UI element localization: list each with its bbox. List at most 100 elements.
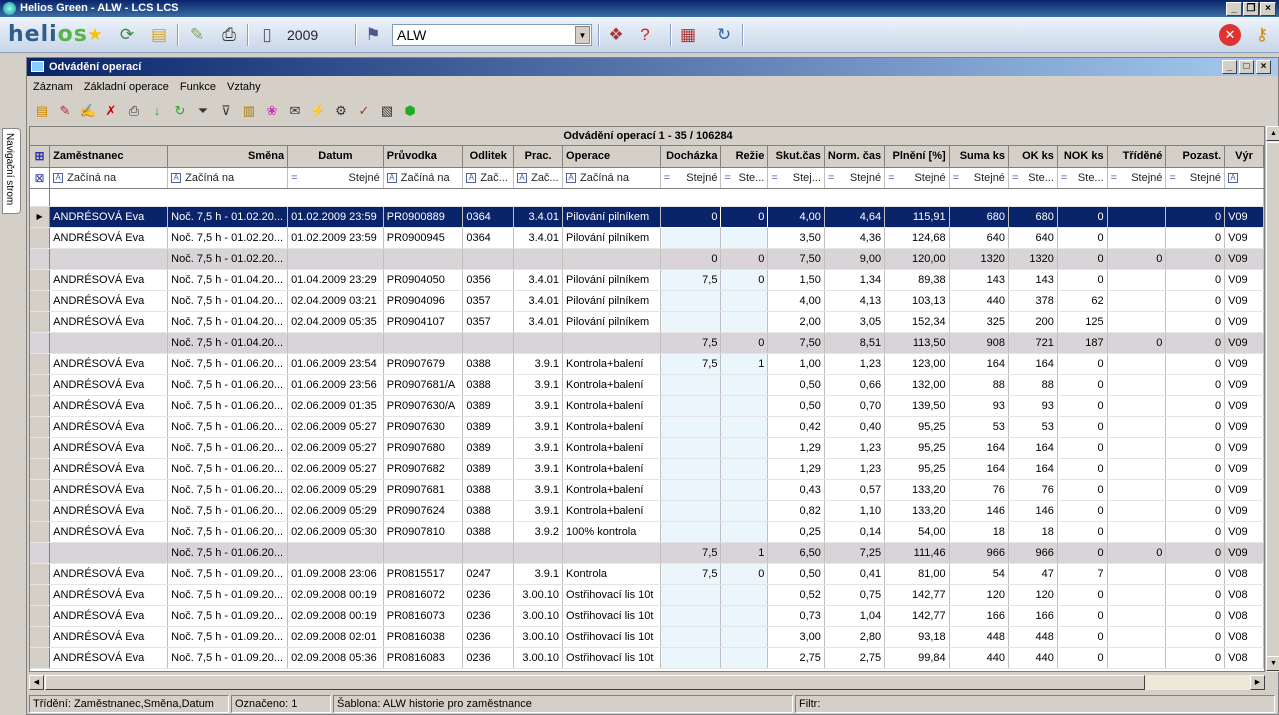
column-header[interactable]: Suma ks <box>949 146 1009 168</box>
table-row[interactable]: ANDRÉSOVÁ Eva Noč. 7,5 h - 01.09.20... 02.… <box>30 647 1264 669</box>
table-row[interactable]: ANDRÉSOVÁ Eva Noč. 7,5 h - 01.02.20... 01.… <box>30 227 1264 249</box>
menu-functions[interactable]: Funkce <box>180 81 216 93</box>
column-header[interactable]: Norm. čas <box>824 146 886 168</box>
document-icon[interactable]: ▧ <box>378 102 396 120</box>
row-header-corner[interactable]: ⊞ <box>30 146 51 168</box>
group-summary-row[interactable]: Noč. 7,5 h - 01.04.20... 7,5 0 7,50 8,51 113,… <box>30 332 1264 354</box>
column-filter[interactable]: A Zač... <box>462 167 515 189</box>
menu-basic-operations[interactable]: Základní operace <box>84 81 169 93</box>
filter-icon[interactable]: ⏷ <box>194 102 212 120</box>
window-minimize-button[interactable]: _ <box>1222 60 1237 74</box>
column-filter[interactable]: = Stejné <box>1165 167 1226 189</box>
table-row[interactable]: ANDRÉSOVÁ Eva Noč. 7,5 h - 01.04.20... 02.… <box>30 311 1264 333</box>
row-selector[interactable] <box>30 269 51 291</box>
reports-icon[interactable]: ▦ <box>677 24 699 46</box>
modules-icon[interactable]: ❖ <box>605 24 627 46</box>
help-icon[interactable]: ? <box>634 24 656 46</box>
table-row[interactable]: ANDRÉSOVÁ Eva Noč. 7,5 h - 01.06.20... 02.… <box>30 458 1264 480</box>
column-header[interactable]: Plnění [%] <box>884 146 950 168</box>
new-record-icon[interactable]: ▤ <box>33 102 51 120</box>
row-selector[interactable] <box>30 353 51 375</box>
hscroll-thumb[interactable] <box>45 675 1145 690</box>
table-row[interactable]: ANDRÉSOVÁ Eva Noč. 7,5 h - 01.06.20... 01.… <box>30 353 1264 375</box>
chevron-down-icon[interactable]: ▼ <box>575 26 590 44</box>
edit-all-icon[interactable]: ✍ <box>79 102 97 120</box>
calendar-page-icon[interactable]: ▯ <box>256 24 278 46</box>
column-header[interactable]: Tříděné <box>1107 146 1167 168</box>
settings-icon[interactable]: ⚙ <box>332 102 350 120</box>
column-filter[interactable]: A Začíná na <box>562 167 661 189</box>
column-header[interactable]: Odlitek <box>462 146 515 168</box>
close-button[interactable]: × <box>1260 2 1276 16</box>
column-filter[interactable]: A Začíná na <box>49 167 169 189</box>
column-filter[interactable]: = Ste... <box>1057 167 1108 189</box>
row-selector[interactable] <box>30 458 51 480</box>
row-selector[interactable] <box>30 290 51 312</box>
column-header[interactable]: Zaměstnanec <box>49 146 169 168</box>
row-selector[interactable] <box>30 563 51 585</box>
column-filter[interactable]: = Ste... <box>1008 167 1058 189</box>
column-header[interactable]: Průvodka <box>383 146 464 168</box>
column-filter[interactable]: = Stejné <box>660 167 722 189</box>
column-header[interactable]: Režie <box>720 146 769 168</box>
arrow-down-icon[interactable]: ↓ <box>148 102 166 120</box>
key-help-icon[interactable]: ⚷ <box>1251 24 1273 46</box>
table-row[interactable]: ANDRÉSOVÁ Eva Noč. 7,5 h - 01.06.20... 02.… <box>30 479 1264 501</box>
column-filter[interactable]: = Stejné <box>884 167 950 189</box>
column-filter[interactable]: = Ste... <box>720 167 769 189</box>
column-filter[interactable]: = Stej... <box>767 167 825 189</box>
column-filter[interactable]: = Stejné <box>1107 167 1167 189</box>
print-icon[interactable]: ⎙ <box>125 102 143 120</box>
row-selector[interactable]: ▶ <box>30 206 51 228</box>
table-row[interactable]: ANDRÉSOVÁ Eva Noč. 7,5 h - 01.06.20... 02.… <box>30 500 1264 522</box>
restore-button[interactable]: ❐ <box>1243 2 1259 16</box>
window-maximize-button[interactable]: □ <box>1239 60 1254 74</box>
group-summary-row[interactable]: Noč. 7,5 h - 01.06.20... 7,5 1 6,50 7,25 111,… <box>30 542 1264 564</box>
table-row[interactable]: ANDRÉSOVÁ Eva Noč. 7,5 h - 01.06.20... 02.… <box>30 437 1264 459</box>
sync-icon[interactable]: ↻ <box>713 24 735 46</box>
column-header[interactable]: Výr <box>1224 146 1264 168</box>
printer-icon[interactable]: ⎙ <box>218 24 240 46</box>
table-row[interactable]: ANDRÉSOVÁ Eva Noč. 7,5 h - 01.04.20... 02.… <box>30 290 1264 312</box>
row-selector[interactable] <box>30 374 51 396</box>
column-header[interactable]: NOK ks <box>1057 146 1108 168</box>
scroll-up-icon[interactable]: ▲ <box>1266 126 1279 141</box>
column-header[interactable]: Směna <box>167 146 289 168</box>
row-selector[interactable] <box>30 479 51 501</box>
vertical-scrollbar[interactable]: ▲ ▼ <box>1265 126 1279 672</box>
filter-row-corner[interactable]: ⊠ <box>30 167 51 189</box>
column-filter[interactable]: A Začíná na <box>383 167 464 189</box>
columns-icon[interactable]: ▥ <box>240 102 258 120</box>
group-icon[interactable]: ❀ <box>263 102 281 120</box>
column-header[interactable]: Datum <box>287 146 384 168</box>
row-selector[interactable] <box>30 248 51 270</box>
column-header[interactable]: Docházka <box>660 146 722 168</box>
export-icon[interactable]: ⬢ <box>401 102 419 120</box>
minimize-button[interactable]: _ <box>1226 2 1242 16</box>
menu-record[interactable]: Záznam <box>33 81 73 93</box>
company-select[interactable]: ALW ▼ <box>392 24 592 46</box>
table-row[interactable]: ANDRÉSOVÁ Eva Noč. 7,5 h - 01.06.20... 02.… <box>30 416 1264 438</box>
scroll-left-icon[interactable]: ◀ <box>29 675 44 690</box>
horizontal-scrollbar[interactable]: ◀ ▶ <box>29 675 1265 690</box>
column-header[interactable]: OK ks <box>1008 146 1058 168</box>
window-close-button[interactable]: × <box>1256 60 1271 74</box>
group-summary-row[interactable]: Noč. 7,5 h - 01.02.20... 0 0 7,50 9,00 120,00… <box>30 248 1264 270</box>
row-selector[interactable] <box>30 227 51 249</box>
row-selector[interactable] <box>30 437 51 459</box>
table-row[interactable]: ▶ ANDRÉSOVÁ Eva Noč. 7,5 h - 01.02.20... 01… <box>30 205 1264 228</box>
table-row[interactable]: ANDRÉSOVÁ Eva Noč. 7,5 h - 01.09.20... 01.… <box>30 563 1264 585</box>
scroll-down-icon[interactable]: ▼ <box>1266 656 1279 671</box>
row-selector[interactable] <box>30 311 51 333</box>
row-selector[interactable] <box>30 605 51 627</box>
table-row[interactable]: ANDRÉSOVÁ Eva Noč. 7,5 h - 01.06.20... 02.… <box>30 395 1264 417</box>
column-filter[interactable]: A Zač... <box>513 167 564 189</box>
row-selector[interactable] <box>30 395 51 417</box>
edit-record-icon[interactable]: ✎ <box>56 102 74 120</box>
column-filter[interactable]: = Stejné <box>824 167 886 189</box>
favorites-star-icon[interactable]: ★ <box>84 24 106 46</box>
table-row[interactable]: ANDRÉSOVÁ Eva Noč. 7,5 h - 01.06.20... 01.… <box>30 374 1264 396</box>
table-row[interactable]: ANDRÉSOVÁ Eva Noč. 7,5 h - 01.06.20... 02.… <box>30 521 1264 543</box>
table-row[interactable]: ANDRÉSOVÁ Eva Noč. 7,5 h - 01.04.20... 01.… <box>30 269 1264 291</box>
column-header[interactable]: Skut.čas <box>767 146 825 168</box>
